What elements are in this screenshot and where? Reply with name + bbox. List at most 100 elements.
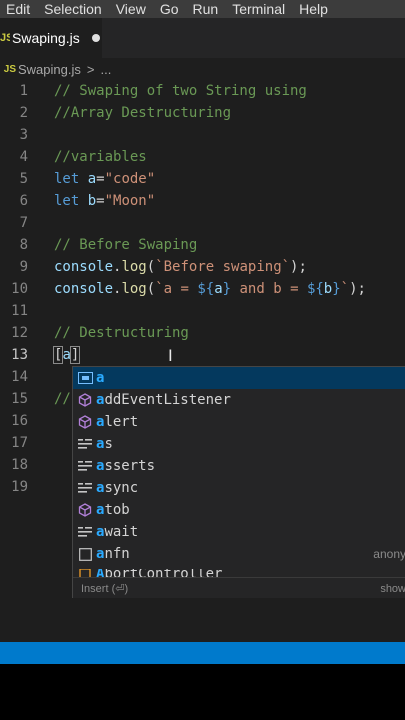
code-token: ); [290, 259, 307, 275]
suggestion-label: addEventListener [96, 392, 231, 408]
code-token: console [54, 259, 114, 275]
tab-swaping-js[interactable]: JS Swaping.js [0, 18, 102, 58]
suggestion-item-partial[interactable]: AbortController [73, 569, 405, 577]
line-number: 3 [19, 127, 28, 143]
suggestion-item[interactable]: as [73, 433, 405, 455]
tab-bar: JS Swaping.js [0, 18, 405, 58]
menu-item-go[interactable]: Go [160, 0, 179, 18]
suggestion-detail: anony [373, 547, 405, 561]
code-token: `Before swaping` [155, 259, 291, 275]
suggestion-item[interactable]: await [73, 521, 405, 543]
code-token: console [54, 281, 114, 297]
code-line[interactable]: 10 console.log(`a = ${a} and b = ${b}`); [0, 278, 405, 300]
keyword-icon [77, 436, 93, 452]
line-number: 10 [11, 281, 28, 297]
breadcrumb-file[interactable]: Swaping.js [18, 62, 81, 77]
code-token: = [96, 193, 105, 209]
code-line[interactable]: 8 // Before Swaping [0, 234, 405, 256]
line-number: 12 [11, 325, 28, 341]
unsaved-dot-icon[interactable] [91, 34, 100, 42]
suggestion-rest: bortController [104, 569, 223, 577]
menu-item-help[interactable]: Help [299, 0, 328, 18]
code-text: console.log(`a = ${a} and b = ${b}`); [54, 278, 366, 300]
line-number: 5 [19, 171, 28, 187]
suggestion-rest: s [104, 436, 113, 452]
code-line[interactable]: 2 //Array Destructuring [0, 102, 405, 124]
suggestion-widget[interactable]: AbortController Insert (⏎) show a addEven… [72, 366, 405, 598]
code-line[interactable]: 11 [0, 300, 405, 322]
suggestion-item[interactable]: async [73, 477, 405, 499]
suggestion-rest: ddEventListener [104, 392, 231, 408]
line-number: 6 [19, 193, 28, 209]
code-token: ); [349, 281, 366, 297]
code-line[interactable]: 6 let b="Moon" [0, 190, 405, 212]
code-line[interactable]: 12 // Destructuring [0, 322, 405, 344]
line-number: 9 [19, 259, 28, 275]
code-line[interactable]: 7 [0, 212, 405, 234]
code-token: // Destructuring [54, 325, 189, 341]
suggestion-item[interactable]: alert [73, 411, 405, 433]
code-token: b [323, 281, 333, 297]
code-line[interactable]: 1 // Swaping of two String using [0, 80, 405, 102]
variable-icon [77, 370, 93, 386]
code-token: ${ [306, 281, 324, 297]
status-bar [0, 642, 405, 664]
code-token: ${ [197, 281, 215, 297]
suggestion-item[interactable]: asserts [73, 455, 405, 477]
suggestion-rest: sserts [104, 458, 156, 474]
menu-item-view[interactable]: View [116, 0, 146, 18]
letterbox-bottom [0, 664, 405, 720]
keyword-icon [77, 458, 93, 474]
keyword-icon [77, 480, 93, 496]
line-number: 15 [11, 391, 28, 407]
suggestion-item[interactable]: addEventListener [73, 389, 405, 411]
code-line[interactable]: 9 console.log(`Before swaping`); [0, 256, 405, 278]
js-file-icon: JS [0, 32, 10, 44]
code-token: log [121, 259, 147, 275]
code-text: // Before Swaping [54, 234, 197, 256]
code-token: and b = [231, 281, 307, 297]
suggestion-item[interactable]: a [73, 367, 405, 389]
menu-item-run[interactable]: Run [193, 0, 219, 18]
suggestion-label: a [96, 370, 104, 386]
suggestion-rest: tob [104, 502, 130, 518]
suggestion-label: as [96, 436, 113, 452]
menu-item-terminal[interactable]: Terminal [232, 0, 285, 18]
code-line[interactable]: 5 let a="code" [0, 168, 405, 190]
code-token: = [96, 171, 105, 187]
method-cube-icon [77, 414, 93, 430]
suggestion-item[interactable]: atob [73, 499, 405, 521]
breadcrumb-separator: > [86, 61, 95, 77]
code-token: "code" [104, 171, 156, 187]
suggestion-label: alert [96, 414, 138, 430]
code-line[interactable]: 13 [a] [0, 344, 405, 366]
show-more-hint[interactable]: show [380, 583, 405, 595]
code-text: // Swaping of two String using [54, 80, 307, 102]
code-line[interactable]: 4 //variables [0, 146, 405, 168]
code-token: ( [146, 281, 156, 297]
code-token: } [222, 281, 232, 297]
insert-hint: Insert (⏎) [81, 583, 129, 595]
code-text: [a] [52, 344, 81, 366]
menu-item-edit[interactable]: Edit [6, 0, 30, 18]
suggestion-footer: Insert (⏎) show [73, 577, 405, 598]
code-line[interactable]: 3 [0, 124, 405, 146]
code-token: a [214, 281, 223, 297]
code-token: "Moon" [104, 193, 156, 209]
breadcrumb: JS Swaping.js > ... [0, 58, 405, 80]
code-token: let [54, 193, 88, 209]
breadcrumb-more[interactable]: ... [100, 62, 111, 77]
code-token: // Swaping of two String using [54, 83, 307, 99]
tab-label: Swaping.js [12, 30, 80, 46]
code-text: // Destructuring [54, 322, 189, 344]
suggestion-item[interactable]: anfn anony [73, 543, 405, 565]
line-number: 8 [19, 237, 28, 253]
menu-item-selection[interactable]: Selection [44, 0, 102, 18]
suggestion-rest: nfn [104, 546, 130, 562]
method-cube-icon [77, 502, 93, 518]
code-token: log [121, 281, 147, 297]
code-text: //variables [54, 146, 147, 168]
suggestion-label: asserts [96, 458, 155, 474]
code-token: // Before Swaping [54, 237, 198, 253]
code-token: let [54, 171, 88, 187]
